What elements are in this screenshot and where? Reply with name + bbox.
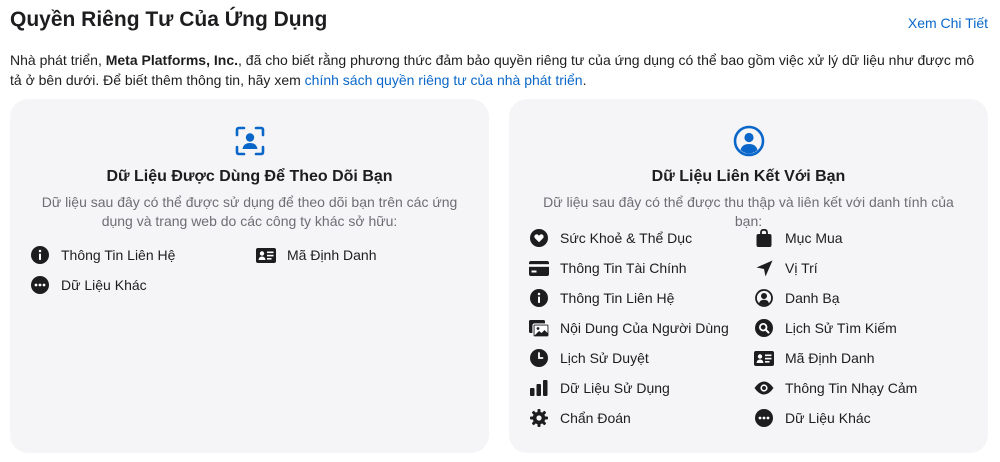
item-label: Chẩn Đoán (560, 410, 631, 426)
item-label: Danh Bạ (785, 290, 840, 306)
item-label: Lịch Sử Tìm Kiếm (785, 320, 897, 336)
id-card-icon (256, 245, 276, 265)
list-item: Mục Mua (754, 227, 843, 249)
intro-suffix: . (582, 72, 587, 88)
contact-icon (754, 288, 774, 308)
item-label: Mã Định Danh (785, 350, 875, 366)
shopping-bag-icon (754, 228, 774, 248)
ellipsis-icon (30, 275, 50, 295)
info-icon (529, 288, 549, 308)
list-item: Thông Tin Liên Hệ (529, 287, 674, 309)
linked-card-description: Dữ liệu sau đây có thể được thu thập và … (543, 194, 954, 229)
photo-icon (529, 318, 549, 338)
developer-name: Meta Platforms, Inc. (105, 52, 238, 68)
list-item: Vị Trí (754, 257, 818, 279)
intro-prefix: Nhà phát triển, (10, 52, 106, 68)
heart-icon (529, 228, 549, 248)
list-item: Chẩn Đoán (529, 407, 631, 429)
list-item: Dữ Liệu Sử Dụng (529, 377, 670, 399)
ellipsis-icon (754, 408, 774, 428)
location-arrow-icon (754, 258, 774, 278)
list-item: Mã Định Danh (256, 244, 377, 266)
list-item: Sức Khoẻ & Thể Dục (529, 227, 692, 249)
header: Quyền Riêng Tư Của Ứng Dụng Xem Chi Tiết (10, 8, 988, 38)
tracking-card-title: Dữ Liệu Được Dùng Để Theo Dõi Bạn (106, 168, 393, 185)
list-item: Nội Dung Của Người Dùng (529, 317, 729, 339)
intro-text: Nhà phát triển, Meta Platforms, Inc., đã… (10, 50, 985, 90)
privacy-policy-link[interactable]: chính sách quyền riêng tư của nhà phát t… (305, 72, 583, 88)
item-label: Thông Tin Tài Chính (560, 260, 687, 276)
linked-data-card: Dữ Liệu Liên Kết Với Bạn Dữ liệu sau đây… (509, 99, 988, 453)
list-item: Thông Tin Liên Hệ (30, 244, 175, 266)
list-item: Thông Tin Tài Chính (529, 257, 687, 279)
list-item: Dữ Liệu Khác (754, 407, 871, 429)
item-label: Dữ Liệu Khác (61, 277, 147, 293)
item-label: Mã Định Danh (287, 247, 377, 263)
tracking-data-card: Dữ Liệu Được Dùng Để Theo Dõi Bạn Dữ liệ… (10, 99, 489, 453)
list-item: Dữ Liệu Khác (30, 274, 147, 296)
gear-icon (529, 408, 549, 428)
item-label: Lịch Sử Duyệt (560, 350, 649, 366)
item-label: Dữ Liệu Sử Dụng (560, 380, 670, 396)
info-icon (30, 245, 50, 265)
item-label: Thông Tin Liên Hệ (61, 247, 176, 263)
eye-icon (754, 378, 774, 398)
item-label: Dữ Liệu Khác (785, 410, 871, 426)
list-item: Danh Bạ (754, 287, 839, 309)
item-label: Thông Tin Nhạy Cảm (785, 380, 918, 396)
item-label: Nội Dung Của Người Dùng (560, 320, 729, 336)
item-label: Mục Mua (785, 230, 843, 246)
list-item: Mã Định Danh (754, 347, 875, 369)
page-title: Quyền Riêng Tư Của Ứng Dụng (10, 8, 328, 31)
see-details-link[interactable]: Xem Chi Tiết (908, 15, 988, 31)
list-item: Thông Tin Nhạy Cảm (754, 377, 917, 399)
item-label: Thông Tin Liên Hệ (560, 290, 675, 306)
tracking-icon (234, 125, 266, 157)
id-card-icon (754, 348, 774, 368)
bar-chart-icon (529, 378, 549, 398)
person-circle-icon (733, 125, 765, 157)
item-label: Sức Khoẻ & Thể Dục (560, 230, 693, 246)
search-icon (754, 318, 774, 338)
list-item: Lịch Sử Tìm Kiếm (754, 317, 897, 339)
item-label: Vị Trí (785, 260, 818, 276)
credit-card-icon (529, 258, 549, 278)
clock-icon (529, 348, 549, 368)
tracking-card-description: Dữ liệu sau đây có thể được sử dụng để t… (41, 194, 458, 229)
list-item: Lịch Sử Duyệt (529, 347, 649, 369)
linked-card-title: Dữ Liệu Liên Kết Với Bạn (651, 168, 846, 185)
